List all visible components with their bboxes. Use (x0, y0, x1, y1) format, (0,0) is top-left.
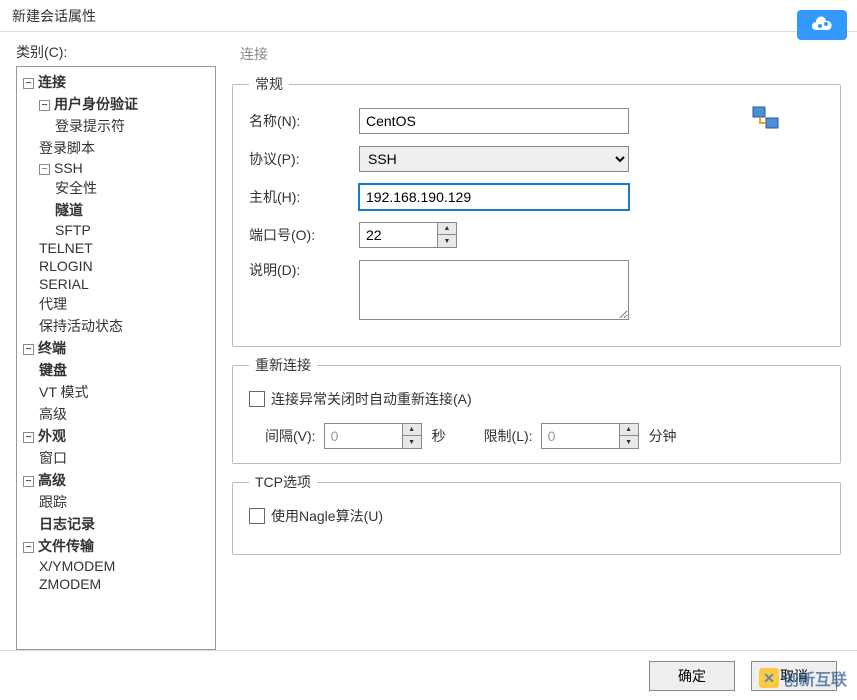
protocol-label: 协议(P): (249, 149, 359, 169)
tree-file-transfer[interactable]: −文件传输 (19, 535, 213, 557)
spin-up-icon[interactable]: ▲ (620, 424, 638, 436)
interval-unit: 秒 (432, 426, 446, 446)
tree-ssh[interactable]: −SSH (19, 159, 213, 177)
port-input[interactable] (359, 222, 437, 248)
tree-security[interactable]: 安全性 (19, 177, 213, 199)
desc-textarea[interactable] (359, 260, 629, 320)
tree-xymodem[interactable]: X/YMODEM (19, 557, 213, 575)
collapse-icon[interactable]: − (23, 432, 34, 443)
desc-label: 说明(D): (249, 260, 359, 280)
interval-stepper[interactable]: ▲▼ (324, 423, 424, 449)
tcp-fieldset: TCP选项 使用Nagle算法(U) (232, 472, 841, 555)
spin-down-icon[interactable]: ▼ (620, 436, 638, 448)
reconnect-checkbox[interactable] (249, 391, 265, 407)
tree-advanced-term[interactable]: 高级 (19, 403, 213, 425)
tree-window[interactable]: 窗口 (19, 447, 213, 469)
reconnect-fieldset: 重新连接 连接异常关闭时自动重新连接(A) 间隔(V): ▲▼ 秒 限制(L):… (232, 355, 841, 464)
port-stepper[interactable]: ▲▼ (359, 222, 459, 248)
limit-unit: 分钟 (649, 426, 677, 446)
tree-login-script[interactable]: 登录脚本 (19, 137, 213, 159)
collapse-icon[interactable]: − (39, 164, 50, 175)
category-label: 类别(C): (16, 42, 216, 62)
protocol-select[interactable]: SSH (359, 146, 629, 172)
category-tree[interactable]: −连接 −用户身份验证 登录提示符 登录脚本 −SSH 安全性 隧道 SFTP … (16, 66, 216, 650)
tree-telnet[interactable]: TELNET (19, 239, 213, 257)
limit-label: 限制(L): (484, 426, 533, 446)
titlebar: 新建会话属性 ? × (0, 0, 857, 32)
collapse-icon[interactable]: − (23, 542, 34, 553)
tree-serial[interactable]: SERIAL (19, 275, 213, 293)
tree-keyboard[interactable]: 键盘 (19, 359, 213, 381)
collapse-icon[interactable]: − (23, 344, 34, 355)
cloud-badge-icon (797, 10, 847, 40)
spin-down-icon[interactable]: ▼ (438, 235, 456, 247)
nagle-checkbox[interactable] (249, 508, 265, 524)
tree-connection[interactable]: −连接 (19, 71, 213, 93)
tree-rlogin[interactable]: RLOGIN (19, 257, 213, 275)
tree-zmodem[interactable]: ZMODEM (19, 575, 213, 593)
host-label: 主机(H): (249, 187, 359, 207)
name-label: 名称(N): (249, 111, 359, 131)
tree-sftp[interactable]: SFTP (19, 221, 213, 239)
ok-button[interactable]: 确定 (649, 661, 735, 691)
tree-tunnel[interactable]: 隧道 (19, 199, 213, 221)
general-legend: 常规 (249, 74, 289, 94)
cancel-button[interactable]: 取消 (751, 661, 837, 691)
reconnect-legend: 重新连接 (249, 355, 317, 375)
tree-auth[interactable]: −用户身份验证 (19, 93, 213, 115)
port-label: 端口号(O): (249, 225, 359, 245)
tree-keepalive[interactable]: 保持活动状态 (19, 315, 213, 337)
spin-up-icon[interactable]: ▲ (403, 424, 421, 436)
name-input[interactable] (359, 108, 629, 134)
tree-proxy[interactable]: 代理 (19, 293, 213, 315)
tree-terminal[interactable]: −终端 (19, 337, 213, 359)
spin-up-icon[interactable]: ▲ (438, 223, 456, 235)
interval-label: 间隔(V): (265, 426, 316, 446)
limit-stepper[interactable]: ▲▼ (541, 423, 641, 449)
collapse-icon[interactable]: − (23, 78, 34, 89)
tree-advanced[interactable]: −高级 (19, 469, 213, 491)
window-title: 新建会话属性 (12, 6, 96, 26)
tcp-legend: TCP选项 (249, 472, 317, 492)
button-bar: 确定 取消 (0, 650, 857, 700)
tree-vt-mode[interactable]: VT 模式 (19, 381, 213, 403)
tree-appearance[interactable]: −外观 (19, 425, 213, 447)
general-fieldset: 常规 名称(N): 协议(P): SSH 主机(H): 端口号(O): ▲▼ (232, 74, 841, 347)
reconnect-checkbox-label: 连接异常关闭时自动重新连接(A) (271, 389, 472, 409)
collapse-icon[interactable]: − (23, 476, 34, 487)
host-input[interactable] (359, 184, 629, 210)
interval-input[interactable] (324, 423, 402, 449)
tree-logging[interactable]: 日志记录 (19, 513, 213, 535)
tree-login-prompt[interactable]: 登录提示符 (19, 115, 213, 137)
nagle-label: 使用Nagle算法(U) (271, 506, 383, 526)
limit-input[interactable] (541, 423, 619, 449)
connection-icon (752, 106, 780, 133)
collapse-icon[interactable]: − (39, 100, 50, 111)
tree-trace[interactable]: 跟踪 (19, 491, 213, 513)
spin-down-icon[interactable]: ▼ (403, 436, 421, 448)
panel-header: 连接 (232, 42, 841, 66)
